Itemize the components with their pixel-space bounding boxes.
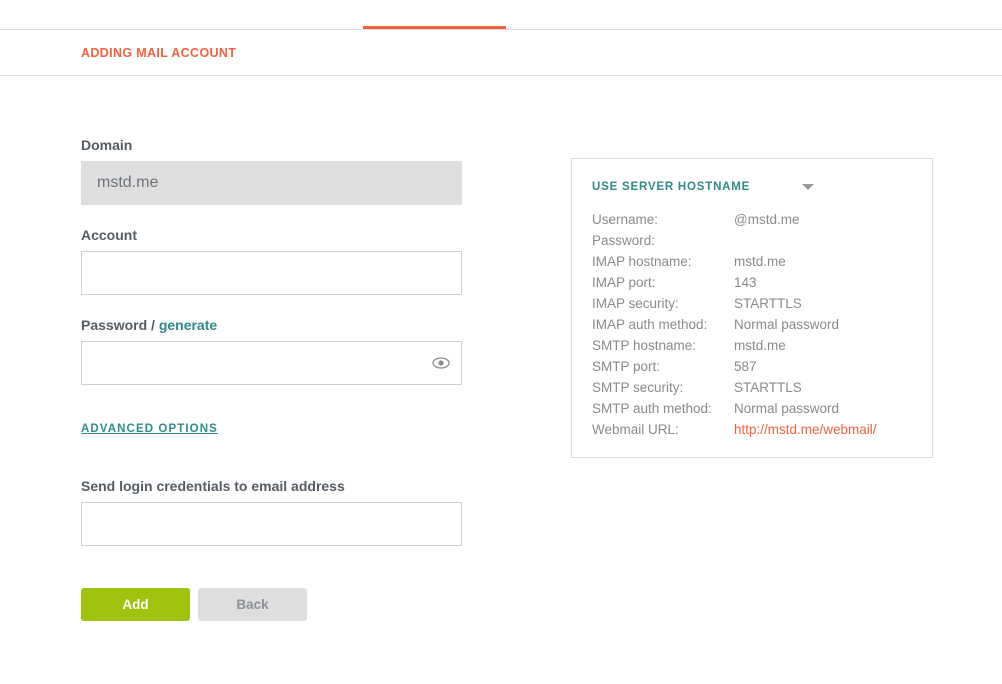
- form-button-row: Add Back: [81, 588, 462, 621]
- server-setting-key: Username:: [592, 212, 659, 227]
- chevron-down-icon[interactable]: [802, 184, 814, 190]
- server-setting-value: 587: [734, 359, 757, 374]
- server-setting-value: mstd.me: [734, 254, 786, 269]
- server-setting-key: IMAP port:: [592, 275, 656, 290]
- server-settings-panel: USE SERVER HOSTNAME Username: @mstd.me Pas…: [571, 158, 933, 458]
- server-setting-key: IMAP auth method:: [592, 317, 708, 332]
- webmail-url-link[interactable]: http://mstd.me/webmail/: [734, 419, 912, 440]
- server-settings-row: IMAP auth method: Normal password: [592, 314, 912, 335]
- server-setting-value: STARTTLS: [734, 296, 802, 311]
- active-tab-underline: [363, 26, 506, 29]
- account-input[interactable]: [81, 251, 462, 295]
- page-title: ADDING MAIL ACCOUNT: [81, 46, 237, 60]
- server-setting-key: Webmail URL:: [592, 422, 679, 437]
- eye-icon[interactable]: [432, 354, 450, 372]
- server-setting-value: STARTTLS: [734, 380, 802, 395]
- server-settings-row: Username: @mstd.me: [592, 209, 912, 230]
- password-label: Password / generate: [81, 317, 462, 334]
- domain-input[interactable]: [81, 161, 462, 205]
- password-label-text: Password /: [81, 317, 155, 333]
- server-setting-value: [734, 230, 912, 251]
- add-button[interactable]: Add: [81, 588, 190, 621]
- server-settings-table: Username: @mstd.me Password: IMAP hostname:…: [592, 209, 912, 440]
- server-settings-row: SMTP security: STARTTLS: [592, 377, 912, 398]
- server-setting-key: SMTP port:: [592, 359, 661, 374]
- server-setting-value: Normal password: [734, 317, 840, 332]
- domain-label: Domain: [81, 137, 133, 153]
- server-settings-row: Webmail URL: http://mstd.me/webmail/: [592, 419, 912, 440]
- server-setting-value: Normal password: [734, 401, 840, 416]
- server-setting-key: SMTP hostname:: [592, 338, 697, 353]
- server-settings-row: SMTP hostname: mstd.me: [592, 335, 912, 356]
- password-input[interactable]: [81, 341, 462, 385]
- server-setting-value: @mstd.me: [734, 212, 800, 227]
- main-content: Domain Account Password / generate ADVAN…: [0, 77, 1002, 684]
- mail-account-form: Domain Account Password / generate ADVAN…: [81, 137, 462, 621]
- server-setting-key: SMTP auth method:: [592, 401, 712, 416]
- server-settings-row: IMAP hostname: mstd.me: [592, 251, 912, 272]
- account-label: Account: [81, 227, 137, 243]
- server-setting-value: 143: [734, 275, 757, 290]
- server-settings-row: SMTP auth method: Normal password: [592, 398, 912, 419]
- server-setting-key: IMAP security:: [592, 296, 679, 311]
- server-settings-panel-header: USE SERVER HOSTNAME: [592, 177, 912, 199]
- use-server-hostname-toggle[interactable]: USE SERVER HOSTNAME: [592, 181, 750, 193]
- send-credentials-label: Send login credentials to email address: [81, 478, 345, 494]
- server-settings-row: IMAP port: 143: [592, 272, 912, 293]
- send-credentials-input[interactable]: [81, 502, 462, 546]
- server-setting-key: Password:: [592, 233, 656, 248]
- server-setting-key: SMTP security:: [592, 380, 684, 395]
- generate-password-link[interactable]: generate: [159, 317, 217, 333]
- back-button[interactable]: Back: [198, 588, 307, 621]
- password-field-wrapper: [81, 341, 462, 385]
- server-settings-row: SMTP port: 587: [592, 356, 912, 377]
- server-settings-row: IMAP security: STARTTLS: [592, 293, 912, 314]
- advanced-options-link[interactable]: ADVANCED OPTIONS: [81, 423, 218, 435]
- server-setting-value: mstd.me: [734, 338, 786, 353]
- page-header-bar: ADDING MAIL ACCOUNT: [0, 30, 1002, 76]
- server-setting-key: IMAP hostname:: [592, 254, 692, 269]
- server-settings-row: Password:: [592, 230, 912, 251]
- server-settings-table-body: Username: @mstd.me Password: IMAP hostname:…: [592, 209, 912, 440]
- top-tab-strip: [0, 0, 1002, 30]
